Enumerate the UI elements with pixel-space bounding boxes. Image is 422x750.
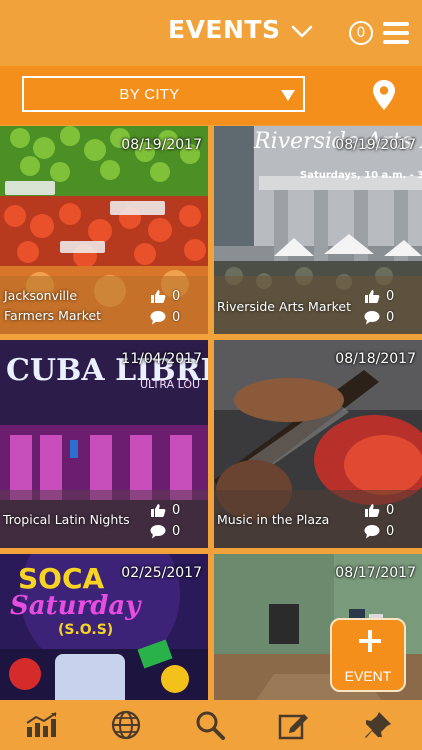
likes-count: 0 xyxy=(386,503,395,518)
bottom-tab-bar xyxy=(0,700,422,750)
comments-stat[interactable]: 0 xyxy=(150,524,180,539)
globe-icon xyxy=(111,710,141,740)
likes-count: 0 xyxy=(386,289,395,304)
add-event-label: EVENT xyxy=(344,668,392,684)
search-icon xyxy=(196,711,225,740)
event-image-subtitle: Saturday xyxy=(10,591,142,621)
event-date: 08/17/2017 xyxy=(335,565,416,581)
tab-globe[interactable] xyxy=(84,700,168,750)
event-date: 08/19/2017 xyxy=(335,137,416,153)
app-header: EVENTS 0 xyxy=(0,0,422,66)
event-card-music-in-the-plaza[interactable]: 08/18/2017 Music in the Plaza 0 0 xyxy=(214,340,422,548)
likes-stat[interactable]: 0 xyxy=(364,289,394,304)
comments-count: 0 xyxy=(172,310,181,325)
svg-text:(S.O.S): (S.O.S) xyxy=(58,622,113,638)
comments-stat[interactable]: 0 xyxy=(364,524,394,539)
event-date: 02/25/2017 xyxy=(121,565,202,581)
filter-bar: BY CITY xyxy=(0,66,422,125)
caret-down-icon xyxy=(281,90,295,101)
event-name-line2: Farmers Market xyxy=(4,308,102,323)
plus-icon xyxy=(359,630,381,652)
pushpin-icon xyxy=(365,712,391,738)
event-date: 11/04/2017 xyxy=(121,351,202,367)
event-image-subtitle: Saturdays, 10 a.m. - 3 p xyxy=(300,170,422,181)
city-filter-value: BY CITY xyxy=(119,85,180,103)
event-card-farmers-market[interactable]: 08/19/2017 Jacksonville Farmers Market 0… xyxy=(0,126,208,334)
event-card-riverside-arts-market[interactable]: Riverside Arts M Saturdays, 10 a.m. - 3 … xyxy=(214,126,422,334)
thumbs-up-icon xyxy=(151,290,166,303)
chart-icon xyxy=(26,712,57,737)
title-dropdown[interactable]: EVENTS xyxy=(168,15,313,44)
tab-edit[interactable] xyxy=(252,700,336,750)
comments-count: 0 xyxy=(172,524,181,539)
comments-count: 0 xyxy=(386,310,395,325)
event-date: 08/18/2017 xyxy=(335,351,416,367)
comments-stat[interactable]: 0 xyxy=(150,310,180,325)
thumbs-up-icon xyxy=(365,504,380,517)
event-name: Music in the Plaza xyxy=(217,512,330,527)
tab-pin[interactable] xyxy=(336,700,420,750)
location-pin-icon[interactable] xyxy=(372,79,396,111)
tab-search[interactable] xyxy=(168,700,252,750)
hamburger-menu-icon[interactable] xyxy=(383,22,409,44)
likes-stat[interactable]: 0 xyxy=(150,289,180,304)
thumbs-up-icon xyxy=(151,504,166,517)
tab-stats[interactable] xyxy=(0,700,84,750)
events-grid: 08/19/2017 Jacksonville Farmers Market 0… xyxy=(0,125,422,700)
thumbs-up-icon xyxy=(365,290,380,303)
event-image-subtitle: ULTRA LOU xyxy=(140,378,200,391)
chevron-down-icon xyxy=(291,25,312,37)
likes-stat[interactable]: 0 xyxy=(364,503,394,518)
add-event-button[interactable]: EVENT xyxy=(330,618,406,692)
comment-bubble-icon xyxy=(150,311,166,325)
comment-bubble-icon xyxy=(364,525,380,539)
likes-count: 0 xyxy=(172,503,181,518)
event-card-tropical-latin-nights[interactable]: CUBA LIBRE ULTRA LOU 11/04/2017 Tropical… xyxy=(0,340,208,548)
event-date: 08/19/2017 xyxy=(121,137,202,153)
likes-stat[interactable]: 0 xyxy=(150,503,180,518)
comments-stat[interactable]: 0 xyxy=(364,310,394,325)
edit-icon xyxy=(278,714,308,740)
notification-count-badge[interactable]: 0 xyxy=(349,21,373,45)
comment-bubble-icon xyxy=(150,525,166,539)
page-title: EVENTS xyxy=(168,15,281,44)
event-card-soca-saturday[interactable]: SOCA Saturday (S.O.S) 02/25/2017 xyxy=(0,554,208,700)
comments-count: 0 xyxy=(386,524,395,539)
event-name: Tropical Latin Nights xyxy=(3,512,130,527)
event-name-line1: Jacksonville xyxy=(4,288,78,303)
comment-bubble-icon xyxy=(364,311,380,325)
event-name: Riverside Arts Market xyxy=(217,299,352,314)
city-filter-select[interactable]: BY CITY xyxy=(22,76,305,112)
likes-count: 0 xyxy=(172,289,181,304)
